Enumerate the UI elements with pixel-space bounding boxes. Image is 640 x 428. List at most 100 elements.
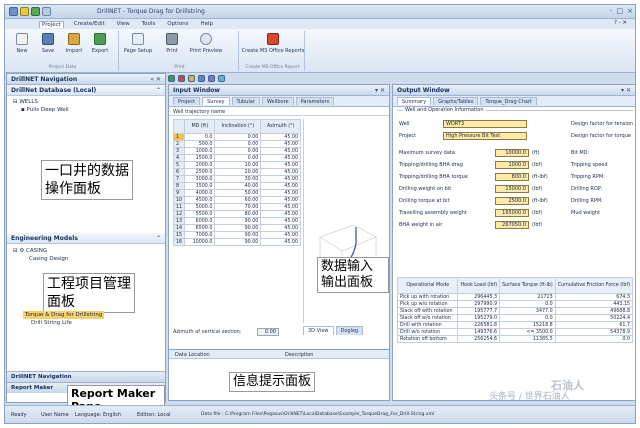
stop-icon[interactable] — [178, 75, 185, 82]
survey-cell[interactable]: 45.00 — [260, 203, 301, 211]
operation-field-value[interactable]: 267050.0 — [495, 221, 529, 229]
survey-cell[interactable]: 90.00 — [214, 231, 262, 239]
menu-tools[interactable]: Tools — [140, 21, 158, 27]
close-button[interactable]: × — [627, 7, 633, 15]
operation-field-value[interactable]: 15000.0 — [495, 185, 529, 193]
survey-cell[interactable]: 45.00 — [260, 217, 301, 225]
print-preview-button[interactable]: Print Preview — [190, 33, 222, 61]
survey-cell[interactable]: 80.00 — [214, 210, 262, 218]
survey-cell[interactable]: 45.00 — [260, 140, 301, 148]
survey-grid[interactable]: MD (ft) Inclination (°) Azimuth (°) 1 0.0 0.… — [173, 119, 301, 291]
survey-cell[interactable]: 45.00 — [260, 238, 301, 246]
undo-icon[interactable] — [42, 7, 51, 16]
tab-torque-drag-chart[interactable]: Torque_Drag Chart — [480, 97, 537, 105]
run-icon[interactable] — [168, 75, 175, 82]
nav-tab-drillnet-navigation[interactable]: DrillNET Navigation — [7, 371, 165, 382]
pane-close-icon[interactable]: ▾ ✕ — [621, 87, 631, 94]
ribbon-help-controls[interactable]: ? - ✕ — [614, 20, 627, 26]
tree-node-torque-drag[interactable]: Torque & Drag for Drillstring — [23, 311, 105, 319]
nav-pin-icon[interactable]: « ✕ — [150, 76, 161, 83]
pane-close-icon[interactable]: ▾ ✕ — [375, 87, 385, 94]
page-setup-button[interactable]: Page Setup — [124, 33, 152, 61]
survey-row[interactable]: 16 10000.0 90.00 45.00 — [173, 238, 301, 246]
survey-cell[interactable]: 30.00 — [214, 175, 262, 183]
tab-3d-view[interactable]: 3D View — [303, 326, 334, 335]
menu-help[interactable]: Help — [198, 21, 215, 27]
survey-cell[interactable]: 6500.0 — [184, 224, 216, 232]
survey-cell[interactable]: 45.00 — [260, 161, 301, 169]
survey-cell[interactable]: 3500.0 — [184, 182, 216, 190]
survey-cell[interactable]: 40.00 — [214, 182, 262, 190]
survey-row[interactable]: 11 5000.0 70.00 45.00 — [173, 203, 301, 211]
survey-cell[interactable]: 10.00 — [214, 161, 262, 169]
survey-cell[interactable]: 45.00 — [260, 210, 301, 218]
survey-cell[interactable]: 5500.0 — [184, 210, 216, 218]
results-row[interactable]: Pick up with rotation 296445.3 21723 674.3 — [396, 293, 634, 301]
survey-cell[interactable]: 90.00 — [214, 217, 262, 225]
collapse-icon[interactable]: ⌃ — [156, 235, 161, 242]
menu-project[interactable]: Project — [39, 20, 64, 28]
operation-field-value[interactable]: 165000.0 — [495, 209, 529, 217]
survey-cell[interactable]: 4500.0 — [184, 196, 216, 204]
operation-field-value[interactable]: 1000.0 — [495, 161, 529, 169]
survey-cell[interactable]: 45.00 — [260, 147, 301, 155]
survey-cell[interactable]: 0.00 — [214, 133, 262, 141]
export-button[interactable]: Export — [87, 33, 113, 61]
survey-cell[interactable]: 6000.0 — [184, 217, 216, 225]
results-row[interactable]: Slack off with rotation 195777.7 3477.0 496… — [396, 307, 634, 315]
app-logo-icon[interactable] — [9, 7, 18, 16]
results-table[interactable]: Operational Mode Hook Load (lbf) Surface… — [396, 277, 634, 343]
menu-options[interactable]: Options — [165, 21, 190, 27]
operation-field-value[interactable]: 2500.0 — [495, 197, 529, 205]
tree-node-wells[interactable]: ⊟ WELLS — [7, 98, 165, 106]
survey-cell[interactable]: 45.00 — [260, 224, 301, 232]
tab-wellbore[interactable]: Wellbore — [261, 97, 294, 105]
survey-cell[interactable]: 45.00 — [260, 189, 301, 197]
survey-row[interactable]: 7 3000.0 30.00 45.00 — [173, 175, 301, 183]
database-header[interactable]: DrillNet Database (Local) ⌃ — [7, 85, 165, 96]
azimuth-section-field[interactable]: 0.00 — [257, 328, 279, 336]
import-button[interactable]: Import — [61, 33, 87, 61]
tab-graphs-tables[interactable]: Graphs/Tables — [433, 97, 479, 105]
survey-cell[interactable]: 60.00 — [214, 196, 262, 204]
well-field[interactable]: WDRT3 — [443, 120, 527, 128]
survey-row[interactable]: 15 7000.0 90.00 45.00 — [173, 231, 301, 239]
minimize-button[interactable]: - — [610, 7, 613, 15]
tree-node-casing[interactable]: ⊟ ⚙ CASING — [7, 247, 165, 255]
survey-cell[interactable]: 45.00 — [260, 182, 301, 190]
survey-row[interactable]: 13 6000.0 90.00 45.00 — [173, 217, 301, 225]
survey-row[interactable]: 5 2000.0 10.00 45.00 — [173, 161, 301, 169]
survey-cell[interactable]: 45.00 — [260, 196, 301, 204]
survey-row[interactable]: 6 2500.0 20.00 45.00 — [173, 168, 301, 176]
survey-row[interactable]: 3 1000.0 0.00 45.00 — [173, 147, 301, 155]
table-icon[interactable] — [218, 75, 225, 82]
survey-cell[interactable]: 90.00 — [214, 224, 262, 232]
survey-row[interactable]: 8 3500.0 40.00 45.00 — [173, 182, 301, 190]
tab-summary[interactable]: Summary — [397, 97, 432, 105]
save-icon[interactable] — [31, 7, 40, 16]
tree-node-drill-string-life[interactable]: Drill String Life — [25, 319, 72, 327]
survey-row[interactable]: 1 0.0 0.00 45.00 — [173, 133, 301, 141]
menu-create-edit[interactable]: Create/Edit — [72, 21, 107, 27]
survey-cell[interactable]: 4000.0 — [184, 189, 216, 197]
results-row[interactable]: Slack off w/o rotation 195279.0 0.0 50224.4 — [396, 314, 634, 322]
project-field[interactable]: High Pressure Bit Test — [443, 132, 527, 140]
tab-project[interactable]: Project — [173, 97, 201, 105]
operation-field-value[interactable]: 800.0 — [495, 173, 529, 181]
collapse-icon[interactable]: ⌃ — [156, 87, 161, 94]
operation-field-value[interactable]: 10000.0 — [495, 149, 529, 157]
tree-node-well[interactable]: ▪ Pulis Deep Well — [7, 106, 165, 114]
survey-cell[interactable]: 0.0 — [184, 133, 216, 141]
survey-cell[interactable]: 1000.0 — [184, 147, 216, 155]
grid-icon[interactable] — [198, 75, 205, 82]
survey-cell[interactable]: 50.00 — [214, 189, 262, 197]
survey-cell[interactable]: 5000.0 — [184, 203, 216, 211]
chart-icon[interactable] — [208, 75, 215, 82]
survey-cell[interactable]: 1500.0 — [184, 154, 216, 162]
survey-cell[interactable]: 2000.0 — [184, 161, 216, 169]
tab-parameters[interactable]: Parameters — [295, 97, 335, 105]
survey-row[interactable]: 4 1500.0 0.00 45.00 — [173, 154, 301, 162]
survey-cell[interactable]: 2500.0 — [184, 168, 216, 176]
survey-cell[interactable]: 0.00 — [214, 147, 262, 155]
survey-cell[interactable]: 10000.0 — [184, 238, 216, 246]
